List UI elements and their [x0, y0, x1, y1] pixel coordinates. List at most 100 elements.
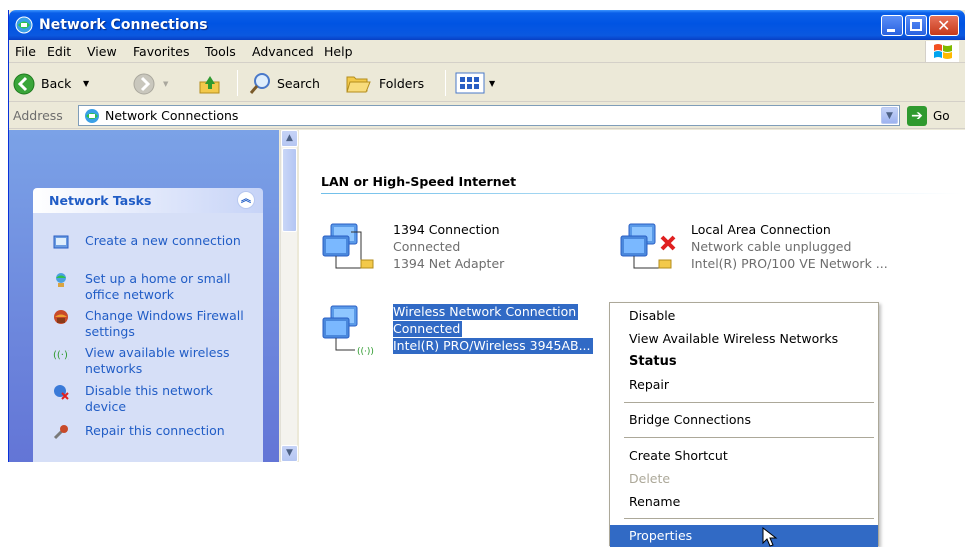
- up-folder-icon[interactable]: [197, 70, 223, 96]
- folders-icon: [346, 76, 371, 93]
- menu-item-repair[interactable]: Repair: [610, 374, 878, 396]
- task-disable-device[interactable]: Disable this network device: [33, 383, 263, 417]
- task-pane-scrollbar[interactable]: ▲ ▼: [280, 130, 298, 462]
- window-title: Network Connections: [39, 17, 208, 33]
- address-bar: Address Network Connections ▼ ➔ Go: [9, 103, 965, 129]
- back-label: Back: [41, 76, 72, 91]
- menu-item-rename[interactable]: Rename: [610, 491, 878, 513]
- collapse-chevron-icon[interactable]: ︽: [237, 191, 255, 209]
- back-dropdown-icon[interactable]: ▼: [83, 79, 89, 88]
- forward-arrow-icon: [133, 73, 155, 95]
- connection-status: Connected: [393, 239, 461, 254]
- address-dropdown-button[interactable]: ▼: [881, 107, 898, 124]
- connection-local-area[interactable]: Local Area Connection Network cable unpl…: [619, 222, 959, 278]
- group-divider: [321, 193, 961, 194]
- network-tasks-body: Create a new connection Set up a home or…: [33, 213, 263, 462]
- go-arrow-icon[interactable]: ➔: [907, 106, 927, 126]
- connection-status: Network cable unplugged: [691, 239, 852, 254]
- menu-item-properties[interactable]: Properties: [610, 525, 878, 547]
- search-icon: [249, 73, 270, 94]
- repair-icon: [53, 425, 68, 440]
- views-dropdown-icon: ▼: [489, 79, 496, 88]
- connection-1394[interactable]: 1394 Connection Connected 1394 Net Adapt…: [321, 222, 571, 278]
- task-label[interactable]: Set up a home or small office network: [85, 271, 255, 303]
- menu-item-disable[interactable]: Disable: [610, 305, 878, 327]
- scroll-up-icon[interactable]: ▲: [281, 130, 298, 147]
- task-create-connection[interactable]: Create a new connection: [33, 233, 263, 267]
- connection-name: Local Area Connection: [691, 222, 831, 237]
- folders-button[interactable]: Folders: [345, 70, 437, 96]
- svg-text:((·)): ((·)): [53, 350, 69, 361]
- context-menu: Disable View Available Wireless Networks…: [609, 302, 879, 547]
- menu-view[interactable]: View: [87, 44, 117, 59]
- minimize-button[interactable]: [881, 15, 903, 36]
- task-view-wireless[interactable]: ((·)) View available wireless networks: [33, 345, 263, 379]
- go-button[interactable]: Go: [933, 109, 950, 123]
- menu-separator: [624, 518, 874, 519]
- menu-advanced[interactable]: Advanced: [252, 44, 314, 59]
- panel-title: Network Tasks: [49, 193, 152, 208]
- toolbar: Back ▼ ▼ Search Folders ▼: [9, 64, 965, 102]
- svg-text:((·)): ((·)): [357, 347, 374, 357]
- title-bar[interactable]: Network Connections ✕: [9, 10, 965, 40]
- task-label[interactable]: Create a new connection: [85, 233, 255, 249]
- menu-help[interactable]: Help: [324, 44, 353, 59]
- folders-label: Folders: [379, 76, 425, 91]
- menu-item-view-wireless[interactable]: View Available Wireless Networks: [610, 328, 878, 350]
- connection-name: Wireless Network Connection: [393, 304, 579, 320]
- task-repair-connection[interactable]: Repair this connection: [33, 423, 263, 443]
- back-arrow-icon: [13, 73, 35, 95]
- task-home-network[interactable]: Set up a home or small office network: [33, 271, 263, 305]
- error-x-icon: [660, 235, 676, 251]
- network-tasks-header[interactable]: Network Tasks ︽: [33, 188, 263, 213]
- connection-wireless[interactable]: ((·)) Wireless Network Connection Connec…: [321, 304, 621, 360]
- task-label[interactable]: View available wireless networks: [85, 345, 255, 377]
- network-connections-icon: [85, 109, 99, 123]
- home-network-icon: [56, 273, 66, 287]
- menu-item-delete: Delete: [629, 471, 671, 486]
- scroll-thumb[interactable]: [282, 148, 297, 232]
- new-connection-icon: [53, 235, 69, 249]
- address-input[interactable]: Network Connections ▼: [78, 105, 900, 126]
- address-label: Address: [13, 108, 63, 123]
- forward-dropdown-icon: ▼: [163, 80, 169, 88]
- connection-device: 1394 Net Adapter: [393, 256, 505, 271]
- task-label[interactable]: Disable this network device: [85, 383, 255, 415]
- menu-tools[interactable]: Tools: [205, 44, 236, 59]
- back-button[interactable]: Back ▼: [13, 70, 131, 96]
- connection-device: Intel(R) PRO/100 VE Network ...: [691, 256, 888, 271]
- close-button[interactable]: ✕: [929, 15, 959, 36]
- task-firewall-settings[interactable]: Change Windows Firewall settings: [33, 308, 263, 342]
- connection-status: Connected: [393, 321, 463, 337]
- firewall-icon: [54, 310, 68, 324]
- menu-item-create-shortcut[interactable]: Create Shortcut: [610, 445, 878, 467]
- address-value: Network Connections: [105, 108, 239, 123]
- close-icon: ✕: [937, 16, 951, 35]
- menu-edit[interactable]: Edit: [47, 44, 71, 59]
- menu-favorites[interactable]: Favorites: [133, 44, 189, 59]
- group-header: LAN or High-Speed Internet: [321, 174, 517, 189]
- windows-logo: [925, 41, 959, 62]
- task-label[interactable]: Repair this connection: [85, 423, 255, 439]
- menu-item-status[interactable]: Status: [610, 351, 878, 373]
- forward-button[interactable]: ▼: [133, 70, 189, 96]
- wireless-icon: ((·)): [53, 350, 69, 361]
- views-button[interactable]: ▼: [455, 70, 501, 96]
- disable-network-icon: [54, 385, 69, 400]
- menu-item-bridge[interactable]: Bridge Connections: [610, 409, 878, 431]
- network-connection-icon: ((·)): [322, 305, 374, 357]
- scroll-down-icon[interactable]: ▼: [281, 445, 298, 462]
- maximize-button[interactable]: [905, 15, 927, 36]
- task-label[interactable]: Change Windows Firewall settings: [85, 308, 255, 340]
- toolbar-separator: [237, 70, 238, 96]
- menu-separator: [624, 437, 874, 438]
- menu-separator: [624, 402, 874, 403]
- network-connection-icon: [322, 223, 374, 269]
- mouse-cursor-icon: [762, 527, 778, 547]
- search-label: Search: [277, 76, 320, 91]
- windows-flag-icon: [934, 44, 952, 59]
- search-button[interactable]: Search: [249, 70, 331, 96]
- connection-name: 1394 Connection: [393, 222, 500, 237]
- toolbar-separator: [445, 70, 446, 96]
- menu-file[interactable]: File: [15, 44, 36, 59]
